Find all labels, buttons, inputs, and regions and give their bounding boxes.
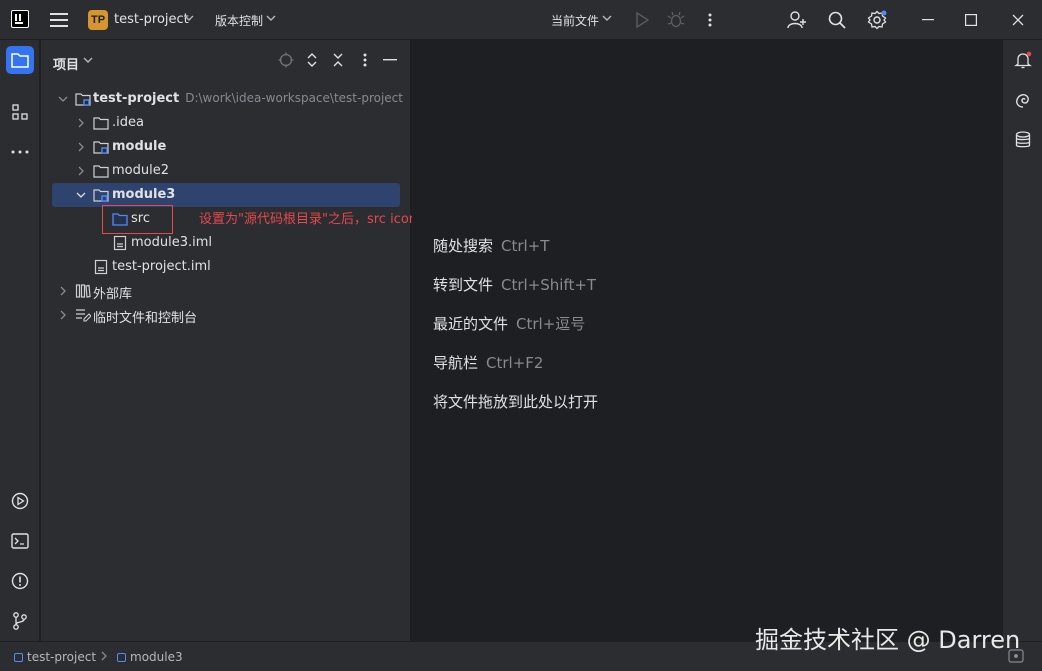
watermark: 掘金技术社区 @ Darren: [755, 626, 1021, 654]
module-folder-icon: [93, 187, 109, 203]
module-folder-icon: [93, 139, 109, 155]
hint-action: 将文件拖放到此处以打开: [433, 393, 599, 411]
folder-icon: [93, 163, 109, 179]
hint-shortcut: Ctrl+F2: [486, 354, 544, 372]
hint-action: 随处搜索: [433, 237, 494, 255]
breadcrumb-separator-icon: [100, 651, 108, 661]
node-label: test-project.iml: [112, 259, 211, 274]
main-menu-icon[interactable]: [48, 10, 70, 30]
more-vertical-icon[interactable]: [700, 10, 720, 30]
hint-drop-files: 将文件拖放到此处以打开: [433, 391, 598, 412]
tree-node-module3[interactable]: module3: [52, 183, 400, 207]
expand-all-icon[interactable]: [304, 52, 320, 68]
tree-node-module[interactable]: module: [41, 135, 411, 159]
git-branch-icon[interactable]: [6, 607, 34, 635]
hint-action: 最近的文件: [433, 315, 509, 333]
database-icon[interactable]: [1009, 126, 1037, 154]
notifications-bell-icon[interactable]: [1009, 46, 1037, 74]
library-icon: [75, 283, 91, 299]
breadcrumb-label: test-project: [27, 650, 97, 664]
collapsed-arrow-icon[interactable]: [58, 310, 68, 320]
intellij-logo-icon: [11, 10, 29, 28]
maximize-window-icon[interactable]: [961, 10, 981, 30]
node-path: D:\work\idea-workspace\test-project: [185, 91, 403, 105]
module-icon: [14, 652, 23, 662]
services-run-icon[interactable]: [6, 487, 34, 515]
run-icon[interactable]: [632, 10, 652, 30]
debug-icon[interactable]: [666, 10, 686, 30]
tree-node-scratches[interactable]: 临时文件和控制台: [41, 303, 411, 327]
chevron-down-icon[interactable]: [266, 14, 276, 22]
iml-file-icon: [93, 259, 109, 275]
hint-go-to-file[interactable]: 转到文件 Ctrl+Shift+T: [433, 274, 596, 295]
hint-action: 导航栏: [433, 354, 479, 372]
module-folder-icon: [75, 91, 91, 107]
project-tool-window: 项目 test-project D:\work\idea-workspace\te…: [41, 40, 482, 641]
add-user-icon[interactable]: [787, 10, 807, 30]
more-tool-windows-icon[interactable]: [6, 138, 34, 166]
hint-shortcut: Ctrl+T: [501, 237, 550, 255]
locate-file-icon[interactable]: [278, 52, 294, 68]
problems-icon[interactable]: [6, 567, 34, 595]
more-options-icon[interactable]: [357, 52, 373, 68]
node-label: 外部库: [93, 287, 133, 302]
chevron-down-icon[interactable]: [83, 56, 93, 64]
tree-node-test-project[interactable]: test-project D:\work\idea-workspace\test-…: [41, 87, 411, 111]
left-tool-stripe: [0, 40, 40, 641]
breadcrumb-item[interactable]: module3: [117, 650, 183, 664]
hide-panel-icon[interactable]: [382, 52, 398, 68]
node-label: module3: [112, 187, 176, 202]
close-window-icon[interactable]: [1008, 10, 1028, 30]
collapsed-arrow-icon[interactable]: [76, 142, 86, 152]
node-label: .idea: [112, 115, 144, 130]
node-label: module3.iml: [131, 235, 213, 250]
structure-tool-window-button[interactable]: [6, 98, 34, 126]
hint-shortcut: Ctrl+逗号: [516, 315, 586, 333]
editor-empty-area[interactable]: 随处搜索 Ctrl+T 转到文件 Ctrl+Shift+T 最近的文件 Ctrl+逗号…: [412, 40, 1002, 641]
expanded-arrow-icon[interactable]: [58, 94, 68, 104]
tree-node-module3-iml[interactable]: module3.iml: [41, 231, 411, 255]
scratches-icon: [75, 307, 91, 323]
collapsed-arrow-icon[interactable]: [76, 118, 86, 128]
node-label: module: [112, 139, 167, 154]
project-switcher[interactable]: test-project: [114, 12, 189, 27]
breadcrumb-item[interactable]: test-project: [14, 650, 96, 664]
run-configuration-selector[interactable]: 当前文件: [551, 12, 599, 29]
collapsed-arrow-icon[interactable]: [76, 166, 86, 176]
chevron-down-icon[interactable]: [184, 14, 194, 22]
expanded-arrow-icon[interactable]: [76, 190, 86, 200]
search-icon[interactable]: [827, 10, 847, 30]
terminal-icon[interactable]: [6, 527, 34, 555]
highlight-box: [102, 205, 173, 234]
breadcrumb-label: module3: [130, 650, 183, 664]
minimize-window-icon[interactable]: [918, 10, 938, 30]
iml-file-icon: [112, 235, 128, 251]
settings-gear-icon[interactable]: [867, 10, 887, 30]
hint-action: 转到文件: [433, 276, 494, 294]
hint-recent-files[interactable]: 最近的文件 Ctrl+逗号: [433, 313, 585, 334]
project-view-title[interactable]: 项目: [53, 54, 79, 73]
tree-node-external-libraries[interactable]: 外部库: [41, 279, 411, 303]
hint-search-everywhere[interactable]: 随处搜索 Ctrl+T: [433, 235, 549, 256]
node-label: module2: [112, 163, 169, 178]
folder-icon: [93, 115, 109, 131]
ai-assistant-icon[interactable]: [1009, 86, 1037, 114]
project-badge[interactable]: TP: [88, 10, 108, 30]
hint-navigation-bar[interactable]: 导航栏 Ctrl+F2: [433, 352, 543, 373]
module-icon: [117, 652, 126, 662]
project-tool-window-button[interactable]: [6, 46, 34, 74]
hint-shortcut: Ctrl+Shift+T: [501, 276, 597, 294]
right-tool-stripe: [1002, 40, 1042, 641]
collapsed-arrow-icon[interactable]: [58, 286, 68, 296]
chevron-down-icon[interactable]: [602, 14, 612, 22]
collapse-all-icon[interactable]: [330, 52, 346, 68]
node-label: 临时文件和控制台: [93, 311, 198, 326]
vcs-menu[interactable]: 版本控制: [215, 12, 263, 29]
tree-node-test-project-iml[interactable]: test-project.iml: [41, 255, 411, 279]
node-label: test-project: [93, 91, 180, 106]
tree-node-module2[interactable]: module2: [41, 159, 411, 183]
tree-node-idea[interactable]: .idea: [41, 111, 411, 135]
title-bar: TP test-project 版本控制 当前文件: [0, 0, 1042, 40]
